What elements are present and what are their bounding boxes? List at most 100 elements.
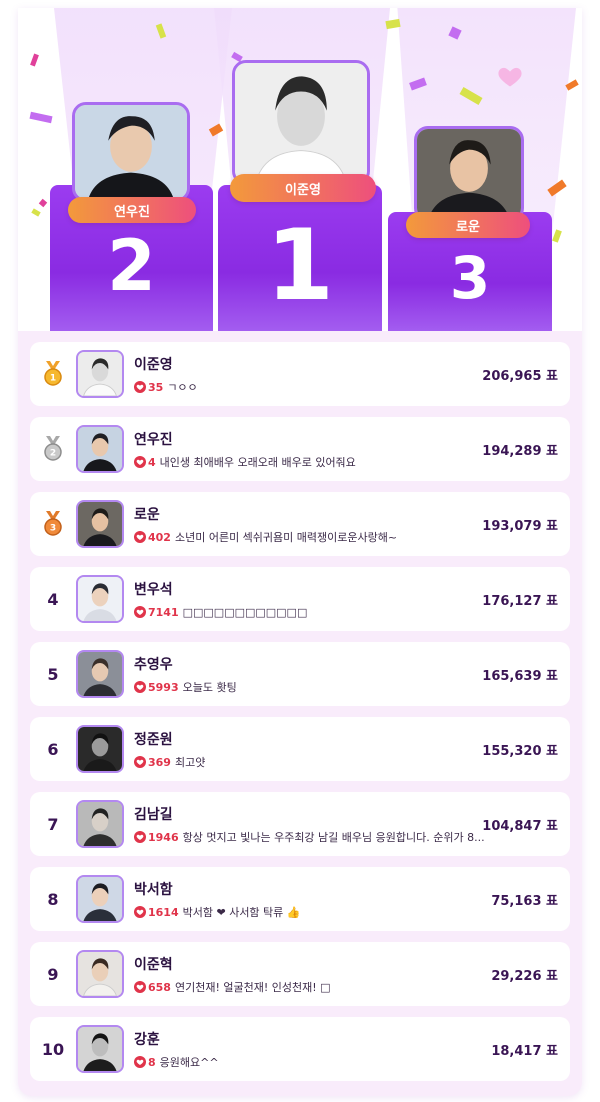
- row-meta: 4 내인생 최애배우 오래오래 배우로 있어줘요: [134, 453, 486, 471]
- heart-icon: [134, 756, 146, 768]
- ranking-row[interactable]: 1 이준영 35 ㄱㅇㅇ 206,965 표: [30, 342, 570, 406]
- row-name: 정준원: [134, 732, 173, 748]
- heart-icon: [134, 906, 146, 918]
- bronze-medal-icon: 3: [44, 511, 62, 536]
- confetti-piece: [385, 18, 401, 30]
- profile-thumbnail: [76, 575, 124, 623]
- podium-pedestal-1: 1: [218, 185, 382, 331]
- row-meta: 658 연기천재! 얼굴천재! 인성천재! □: [134, 978, 486, 996]
- fan-comment: 연기천재! 얼굴천재! 인성천재! □: [174, 981, 331, 994]
- confetti-piece: [31, 208, 41, 217]
- rank-number: 4: [47, 589, 59, 609]
- person-photo-icon: [78, 952, 122, 996]
- profile-thumbnail: [76, 1025, 124, 1073]
- fan-comment: 최고얏: [174, 756, 206, 769]
- vote-count: 155,320 표: [482, 743, 558, 759]
- heart-count: 4: [148, 455, 156, 469]
- person-photo-icon: [78, 877, 122, 921]
- profile-thumbnail: [76, 800, 124, 848]
- profile-thumbnail: [76, 425, 124, 473]
- person-photo-icon: [78, 652, 122, 696]
- row-meta: 35 ㄱㅇㅇ: [134, 378, 486, 396]
- vote-count: 165,639 표: [482, 668, 558, 684]
- fan-comment: 내인생 최애배우 오래오래 배우로 있어줘요: [159, 456, 356, 469]
- heart-count: 8: [148, 1055, 156, 1069]
- rank-number: 6: [47, 739, 59, 759]
- ranking-row[interactable]: 10 강훈 8 응원해요^^ 18,417 표: [30, 1017, 570, 1081]
- row-meta: 1946 항상 멋지고 빛나는 우주최강 남길 배우님 응원합니다. 순위가 8…: [134, 828, 486, 846]
- confetti-piece: [29, 111, 53, 124]
- row-name: 이준혁: [134, 957, 173, 973]
- fan-comment: 박서함 ❤ 사서함 탁류 👍: [182, 906, 301, 919]
- person-photo-icon: [78, 802, 122, 846]
- rank-number: 7: [47, 814, 59, 834]
- ranking-row[interactable]: 5 추영우 5993 오늘도 홧팅 165,639 표: [30, 642, 570, 706]
- heart-icon: [134, 981, 146, 993]
- vote-count: 104,847 표: [482, 818, 558, 834]
- podium-photo-2: [72, 102, 190, 202]
- heart-count: 1946: [148, 830, 179, 844]
- ranking-row[interactable]: 9 이준혁 658 연기천재! 얼굴천재! 인성천재! □ 29,226 표: [30, 942, 570, 1006]
- rank-number: 5: [47, 664, 59, 684]
- heart-count: 402: [148, 530, 171, 544]
- heart-icon: [134, 531, 146, 543]
- ranking-row[interactable]: 8 박서함 1614 박서함 ❤ 사서함 탁류 👍 75,163 표: [30, 867, 570, 931]
- heart-count: 1614: [148, 905, 179, 919]
- gold-medal-icon: 1: [44, 361, 62, 386]
- profile-thumbnail: [76, 650, 124, 698]
- heart-count: 658: [148, 980, 171, 994]
- heart-icon: [134, 831, 146, 843]
- silver-medal-icon: 2: [44, 436, 62, 461]
- heart-count: 369: [148, 755, 171, 769]
- row-name: 변우석: [134, 582, 173, 598]
- podium-name-3: 로운: [406, 212, 530, 238]
- heart-count: 5993: [148, 680, 179, 694]
- confetti-piece: [552, 229, 562, 243]
- person-photo-icon: [78, 427, 122, 471]
- podium-photo-1: [232, 60, 370, 185]
- row-name: 강훈: [134, 1032, 160, 1048]
- person-photo-icon: [78, 1027, 122, 1071]
- row-meta: 7141 □□□□□□□□□□□□: [134, 603, 486, 621]
- heart-count: 35: [148, 380, 164, 394]
- rank-badge: 3: [38, 492, 68, 556]
- fan-comment: ㄱㅇㅇ: [167, 381, 198, 394]
- heart-icon: [134, 456, 146, 468]
- heart-icon: [134, 681, 146, 693]
- podium-photo-3: [414, 126, 524, 222]
- vote-count: 75,163 표: [491, 893, 558, 909]
- heart-count: 7141: [148, 605, 179, 619]
- row-name: 로운: [134, 507, 160, 523]
- person-photo-icon: [75, 105, 187, 199]
- row-meta: 1614 박서함 ❤ 사서함 탁류 👍: [134, 903, 486, 921]
- rank-number: 9: [47, 964, 59, 984]
- confetti-piece: [38, 198, 48, 208]
- heart-icon: [134, 381, 146, 393]
- svg-text:1: 1: [50, 374, 56, 384]
- row-meta: 369 최고얏: [134, 753, 486, 771]
- row-name: 추영우: [134, 657, 173, 673]
- ranking-row[interactable]: 6 정준원 369 최고얏 155,320 표: [30, 717, 570, 781]
- vote-count: 193,079 표: [482, 518, 558, 534]
- ranking-row[interactable]: 7 김남길 1946 항상 멋지고 빛나는 우주최강 남길 배우님 응원합니다.…: [30, 792, 570, 856]
- vote-count: 194,289 표: [482, 443, 558, 459]
- ranking-card: 2 연우진 1 이준영 3 로운 1 이준영 35 ㄱㅇㅇ 206,965 표 …: [18, 8, 582, 1096]
- row-name: 연우진: [134, 432, 173, 448]
- profile-thumbnail: [76, 875, 124, 923]
- heart-icon: [498, 67, 522, 87]
- heart-icon: [134, 1056, 146, 1068]
- podium-name-1: 이준영: [230, 174, 376, 202]
- person-photo-icon: [78, 502, 122, 546]
- vote-count: 18,417 표: [491, 1043, 558, 1059]
- rank-number: 8: [47, 889, 59, 909]
- podium-section: 2 연우진 1 이준영 3 로운: [18, 8, 582, 331]
- profile-thumbnail: [76, 950, 124, 998]
- ranking-row[interactable]: 3 로운 402 소년미 어른미 섹쉬귀욤미 매력쟁이로운사랑해~ 193,07…: [30, 492, 570, 556]
- ranking-row[interactable]: 2 연우진 4 내인생 최애배우 오래오래 배우로 있어줘요 194,289 표: [30, 417, 570, 481]
- person-photo-icon: [78, 577, 122, 621]
- ranking-row[interactable]: 4 변우석 7141 □□□□□□□□□□□□ 176,127 표: [30, 567, 570, 631]
- podium-rank-number: 1: [265, 209, 335, 323]
- person-photo-icon: [78, 727, 122, 771]
- row-name: 박서함: [134, 882, 173, 898]
- rank-badge: 1: [38, 342, 68, 406]
